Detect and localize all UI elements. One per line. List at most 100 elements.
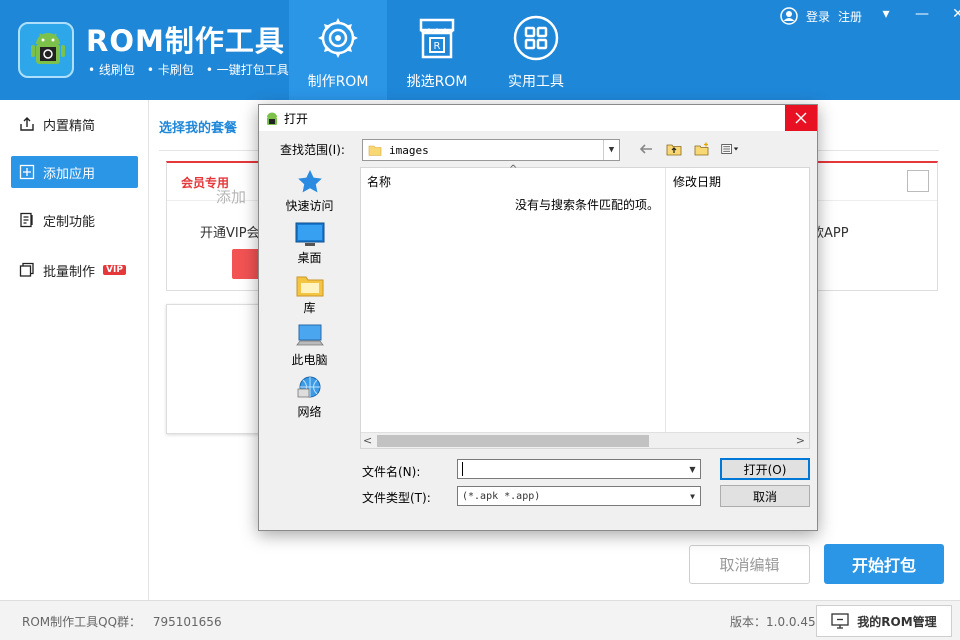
sidebar-item-batch[interactable]: 批量制作 VIP: [11, 254, 138, 286]
my-rom-button[interactable]: 我的ROM管理: [816, 605, 952, 637]
tag-card-flash: 卡刷包: [147, 61, 194, 78]
sidebar-item-label: 内置精简: [43, 118, 96, 134]
version-text: 版本：1.0.0.45: [730, 615, 816, 629]
place-network[interactable]: 网络: [272, 375, 347, 420]
qq-label: ROM制作工具QQ群：: [22, 615, 142, 629]
dialog-titlebar: 打开: [259, 105, 817, 131]
open-button[interactable]: 打开(O): [720, 458, 810, 480]
sort-caret-icon: ^: [509, 164, 518, 175]
sidebar-item-label: 批量制作: [43, 264, 96, 280]
look-in-select[interactable]: images ▼: [362, 139, 620, 161]
chevron-down-icon[interactable]: ▼: [685, 487, 700, 505]
column-header-name[interactable]: 名称: [367, 173, 391, 190]
sidebar-item-builtin-slim[interactable]: 内置精简: [11, 108, 138, 140]
document-icon: [19, 212, 35, 228]
vip-card-checkbox[interactable]: [907, 170, 929, 192]
svg-text:R: R: [434, 41, 441, 52]
place-library[interactable]: 库: [272, 273, 347, 316]
file-name-input[interactable]: ▼: [457, 459, 701, 479]
tab-make-rom-label: 制作ROM: [307, 74, 369, 90]
vip-badge: VIP: [103, 265, 126, 275]
chevron-down-icon[interactable]: ▼: [603, 140, 619, 160]
place-label: 桌面: [297, 251, 322, 265]
login-link[interactable]: 登录: [806, 8, 830, 25]
my-rom-label: 我的ROM管理: [857, 614, 937, 629]
add-icon: [19, 164, 35, 180]
app-title: ROM制作工具: [86, 24, 285, 58]
scroll-left-icon[interactable]: <: [363, 434, 372, 447]
file-name-label: 文件名(N):: [362, 465, 421, 479]
place-quick-access[interactable]: 快速访问: [272, 169, 347, 214]
places-bar: 快速访问 桌面 库 此电脑 网络: [272, 167, 347, 437]
place-this-pc[interactable]: 此电脑: [272, 323, 347, 368]
file-type-value: (*.apk *.app): [462, 490, 541, 502]
add-card-text: 添加: [216, 188, 247, 206]
look-in-label: 查找范围(I):: [280, 143, 345, 157]
computer-icon: [295, 324, 324, 346]
place-label: 此电脑: [291, 353, 328, 367]
menu-dropdown-icon[interactable]: ▾: [878, 6, 894, 22]
up-folder-icon[interactable]: [665, 141, 683, 157]
start-pack-button[interactable]: 开始打包: [824, 544, 944, 584]
sidebar-item-label: 添加应用: [43, 166, 96, 182]
place-label: 库: [303, 301, 316, 315]
tab-tools[interactable]: 实用工具: [487, 0, 585, 100]
minimize-icon[interactable]: —: [914, 6, 930, 22]
monitor-icon: [831, 613, 849, 629]
file-list[interactable]: ^ 名称 修改日期 没有与搜索条件匹配的项。 < >: [360, 164, 810, 449]
tag-one-key: 一键打包工具: [206, 61, 289, 78]
column-header-date[interactable]: 修改日期: [673, 173, 721, 190]
folder-icon: [368, 145, 382, 156]
column-separator: [665, 168, 666, 434]
qq-number: 795101656: [152, 615, 222, 629]
tab-choose-rom[interactable]: R 挑选ROM: [388, 0, 486, 100]
store-icon: R: [419, 18, 455, 59]
network-icon: [297, 376, 320, 398]
dialog-close-icon[interactable]: [785, 105, 817, 131]
cancel-edit-button[interactable]: 取消编辑: [689, 545, 810, 584]
sidebar: 内置精简 添加应用 定制功能 批量制作 VIP: [0, 100, 149, 600]
file-type-select[interactable]: (*.apk *.app) ▼: [457, 486, 701, 506]
grid-icon: [513, 15, 559, 61]
text-cursor: [462, 462, 463, 476]
tab-tools-label: 实用工具: [508, 74, 564, 90]
place-label: 网络: [297, 405, 322, 419]
new-folder-icon[interactable]: [693, 141, 711, 157]
add-app-card[interactable]: [166, 304, 266, 434]
desktop-icon: [295, 222, 324, 246]
section-title: 选择我的套餐: [159, 121, 238, 136]
open-file-dialog: 打开 查找范围(I): images ▼ 快速访问 桌面 库 此电脑 网络 ^ …: [258, 104, 818, 531]
window-controls: ▾ — ✕: [878, 6, 960, 22]
sidebar-item-custom[interactable]: 定制功能: [11, 204, 138, 236]
qq-group: ROM制作工具QQ群： 795101656: [22, 613, 222, 630]
scroll-right-icon[interactable]: >: [796, 434, 805, 447]
app-logo: [18, 22, 74, 78]
cancel-button[interactable]: 取消: [720, 485, 810, 507]
app-header: ROM制作工具 线刷包 卡刷包 一键打包工具 制作ROM R 挑选ROM: [0, 0, 960, 100]
scroll-thumb[interactable]: [377, 435, 649, 447]
place-desktop[interactable]: 桌面: [272, 221, 347, 266]
chevron-down-icon[interactable]: ▼: [685, 460, 700, 478]
dialog-title: 打开: [284, 112, 309, 126]
sidebar-item-add-app[interactable]: 添加应用: [11, 156, 138, 188]
library-icon: [296, 276, 323, 297]
dialog-toolbar: [637, 141, 739, 157]
view-menu-icon[interactable]: [721, 141, 739, 157]
user-icon: [780, 7, 798, 25]
tab-make-rom[interactable]: 制作ROM: [289, 0, 387, 100]
horizontal-scrollbar[interactable]: < >: [361, 432, 809, 448]
look-in-value: images: [389, 143, 429, 157]
sidebar-item-label: 定制功能: [43, 214, 96, 230]
user-area: 登录 注册: [780, 7, 862, 25]
register-link[interactable]: 注册: [838, 8, 862, 25]
star-icon: [297, 170, 322, 193]
batch-icon: [19, 262, 35, 278]
back-icon[interactable]: [637, 141, 655, 157]
footer: ROM制作工具QQ群： 795101656 版本：1.0.0.45 我的ROM管…: [0, 600, 960, 640]
place-label: 快速访问: [285, 199, 334, 213]
gear-icon: [318, 18, 358, 58]
empty-message: 没有与搜索条件匹配的项。: [515, 198, 660, 212]
app-tags: 线刷包 卡刷包 一键打包工具: [88, 61, 289, 78]
close-icon[interactable]: ✕: [950, 6, 960, 22]
tag-line-flash: 线刷包: [88, 61, 135, 78]
